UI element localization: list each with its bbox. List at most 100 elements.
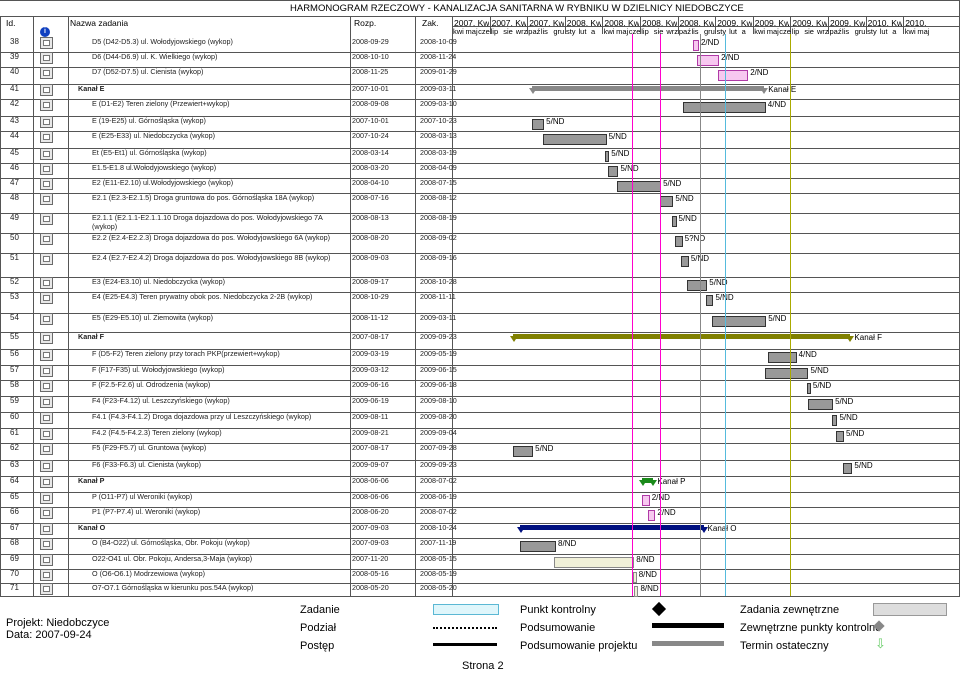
column-divider: [350, 16, 351, 596]
top-border: [0, 0, 960, 1]
task-bar[interactable]: [692, 40, 699, 51]
task-bar[interactable]: [806, 383, 811, 394]
task-bar-label: 5?ND: [684, 234, 706, 243]
task-bar[interactable]: [681, 256, 689, 267]
task-bar[interactable]: [605, 151, 610, 162]
task-end: 2008-09-16: [420, 253, 457, 262]
task-note-icon[interactable]: [40, 99, 53, 111]
task-note-icon[interactable]: [40, 313, 53, 325]
task-note-icon[interactable]: [40, 277, 53, 289]
task-end: 2008-07-15: [420, 178, 457, 187]
task-bar[interactable]: [520, 541, 557, 552]
task-bar[interactable]: [659, 196, 674, 207]
task-note-icon[interactable]: [40, 253, 53, 265]
task-end: 2009-09-23: [420, 332, 457, 341]
row-id: 62: [10, 443, 19, 452]
task-note-icon[interactable]: [40, 396, 53, 408]
task-note-icon[interactable]: [40, 84, 53, 96]
task-note-icon[interactable]: [40, 163, 53, 175]
task-bar[interactable]: [835, 431, 845, 442]
task-note-icon[interactable]: [40, 52, 53, 64]
column-divider: [0, 16, 1, 596]
task-note-icon[interactable]: [40, 131, 53, 143]
task-note-icon[interactable]: [40, 443, 53, 455]
task-end: 2009-05-19: [420, 349, 457, 358]
timeline-month: kwi: [754, 27, 766, 36]
task-bar[interactable]: [711, 316, 767, 327]
task-bar[interactable]: [542, 134, 607, 145]
task-note-icon[interactable]: [40, 380, 53, 392]
task-bar[interactable]: [616, 181, 662, 192]
task-note-icon[interactable]: [40, 37, 53, 49]
task-note-icon[interactable]: [40, 233, 53, 245]
legend-zewn-punkty-label: Zewnętrzne punkty kontrolne: [740, 622, 882, 634]
task-bar[interactable]: [607, 166, 619, 177]
task-bar[interactable]: [648, 510, 656, 521]
task-name: Et (E5-Et1) ul. Górnośląska (wykop): [92, 148, 207, 157]
task-end: 2008-05-20: [420, 583, 457, 592]
task-note-icon[interactable]: [40, 569, 53, 581]
task-note-icon[interactable]: [40, 428, 53, 440]
task-bar[interactable]: [634, 586, 639, 597]
task-note-icon[interactable]: [40, 178, 53, 190]
task-bar[interactable]: [687, 280, 708, 291]
task-bar[interactable]: [705, 295, 714, 306]
task-bar[interactable]: [532, 119, 545, 130]
task-name: E2.4 (E2.7-E2.4.2) Droga dojazdowa do po…: [92, 253, 331, 262]
task-bar[interactable]: [632, 572, 637, 583]
task-note-icon[interactable]: [40, 460, 53, 472]
summary-bar[interactable]: [532, 86, 765, 91]
summary-bar[interactable]: [512, 334, 851, 339]
task-note-icon[interactable]: [40, 583, 53, 595]
col-start-header: Rozp.: [354, 18, 377, 28]
task-note-icon[interactable]: [40, 538, 53, 550]
task-bar[interactable]: [641, 495, 650, 506]
task-note-icon[interactable]: [40, 412, 53, 424]
task-bar[interactable]: [671, 216, 677, 227]
task-note-icon[interactable]: [40, 349, 53, 361]
task-note-icon[interactable]: [40, 507, 53, 519]
task-note-icon[interactable]: [40, 148, 53, 160]
task-bar[interactable]: [831, 415, 838, 426]
task-bar-label: 5/ND: [608, 132, 627, 141]
task-start: 2008-09-29: [352, 37, 389, 46]
task-bar[interactable]: [717, 70, 749, 81]
task-end: 2009-09-04: [420, 428, 457, 437]
task-note-icon[interactable]: [40, 476, 53, 488]
task-start: 2007-10-01: [352, 116, 389, 125]
task-note-icon[interactable]: [40, 492, 53, 504]
task-note-icon[interactable]: [40, 365, 53, 377]
task-bar[interactable]: [767, 352, 797, 363]
timeline-month: wrz: [666, 27, 679, 36]
task-end: 2009-03-11: [420, 313, 457, 322]
task-bar[interactable]: [843, 463, 853, 474]
timeline-marker-line: [725, 34, 726, 596]
task-end: 2009-03-11: [420, 84, 457, 93]
task-note-icon[interactable]: [40, 332, 53, 344]
timeline-month: lip: [490, 27, 499, 36]
task-note-icon[interactable]: [40, 193, 53, 205]
header-bar: HARMONOGRAM RZECZOWY - KANALIZACJA SANIT…: [0, 0, 960, 14]
task-note-icon[interactable]: [40, 213, 53, 225]
timeline-month: maj: [766, 27, 779, 36]
task-bar[interactable]: [764, 368, 809, 379]
task-bar[interactable]: [512, 446, 534, 457]
task-bar[interactable]: [674, 236, 683, 247]
summary-bar[interactable]: [520, 525, 704, 530]
info-icon[interactable]: i: [40, 27, 50, 37]
task-bar[interactable]: [554, 557, 635, 568]
task-start: 2009-08-11: [352, 412, 389, 421]
task-note-icon[interactable]: [40, 554, 53, 566]
task-name: E2.1 (E2.3-E2.1.5) Droga gruntowa do pos…: [92, 193, 315, 202]
task-bar-label: 5/ND: [678, 214, 697, 223]
task-note-icon[interactable]: [40, 67, 53, 79]
task-note-icon[interactable]: [40, 292, 53, 304]
task-start: 2008-06-06: [352, 476, 389, 485]
task-start: 2008-11-25: [352, 67, 389, 76]
task-name: E (E25-E33) ul. Niedobczycka (wykop): [92, 131, 216, 140]
task-note-icon[interactable]: [40, 523, 53, 535]
task-bar[interactable]: [808, 399, 834, 410]
timeline-month: sty: [565, 27, 576, 36]
task-note-icon[interactable]: [40, 116, 53, 128]
row-id: 44: [10, 131, 19, 140]
